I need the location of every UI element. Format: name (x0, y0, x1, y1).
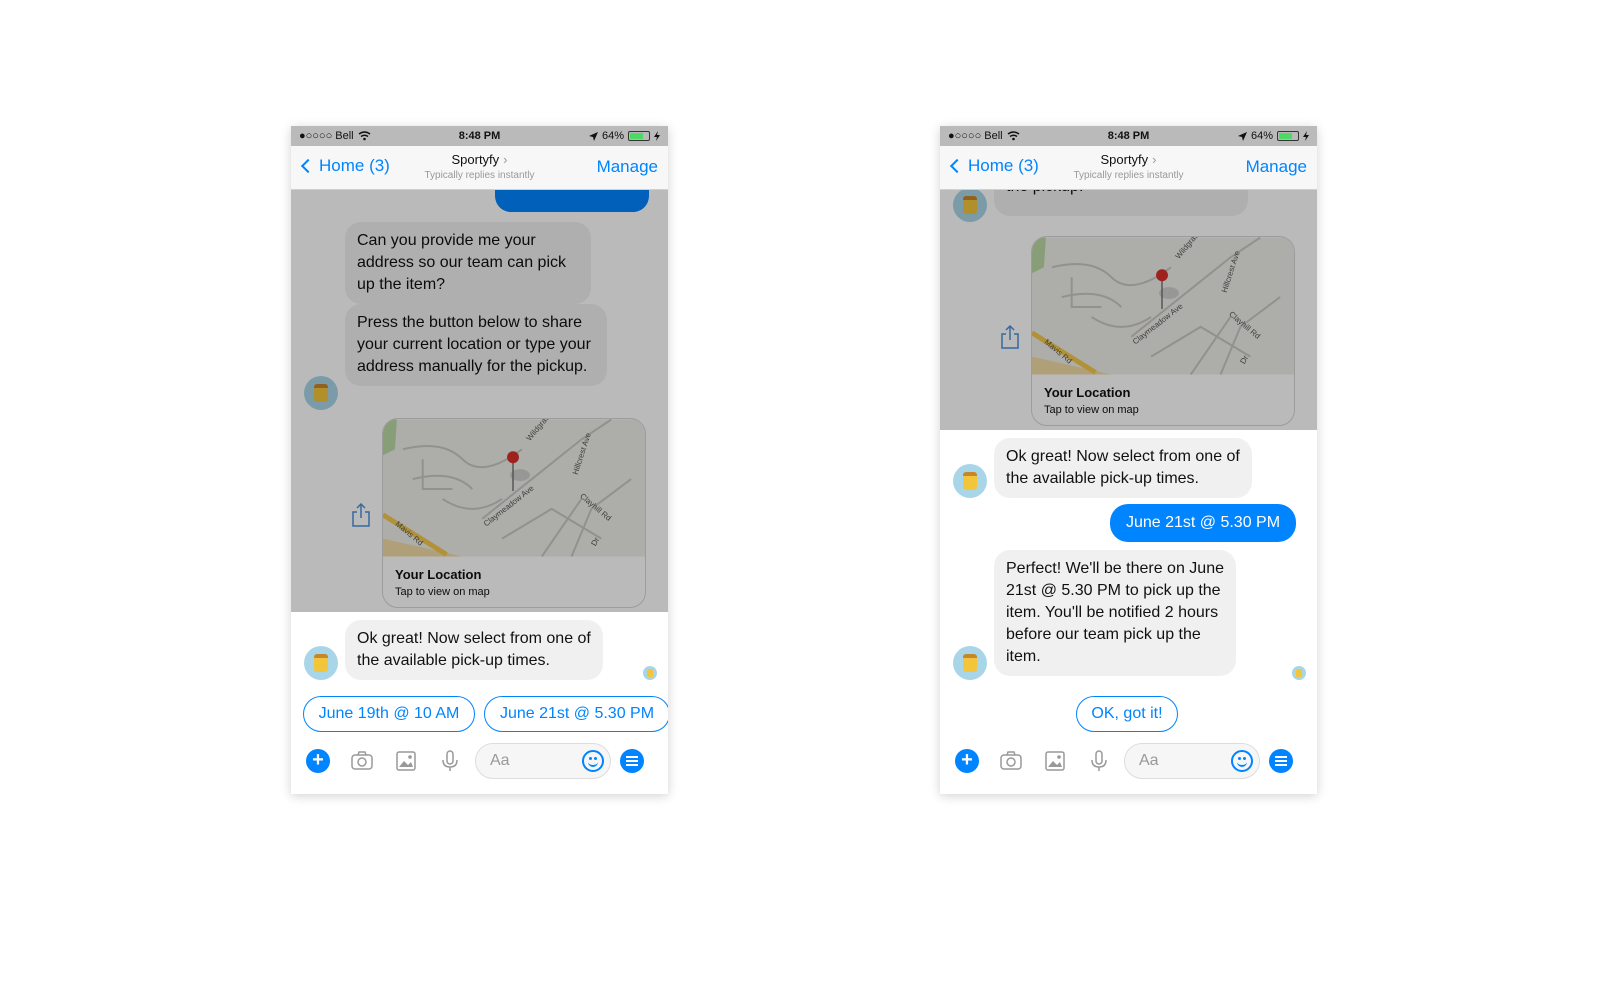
chevron-right-icon: › (503, 152, 508, 167)
carrier-label: ●○○○○ Bell (299, 130, 354, 142)
message-input[interactable]: Aa (1124, 743, 1260, 779)
avatar (953, 646, 987, 680)
camera-icon[interactable] (350, 749, 374, 773)
plus-icon[interactable]: + (306, 749, 330, 773)
phone-screen-right: ●○○○○ Bell 8:48 PM 64% Home (3) Sportyfy… (940, 126, 1317, 794)
message-bubble-confirmation: Perfect! We'll be there on June 21st @ 5… (994, 550, 1236, 676)
microphone-icon[interactable] (438, 749, 462, 773)
camera-icon[interactable] (999, 749, 1023, 773)
title-text: Sportyfy (451, 152, 500, 167)
navigation-bar: Home (3) Sportyfy › Typically replies ins… (940, 146, 1317, 190)
menu-icon[interactable] (620, 749, 644, 773)
image-icon[interactable] (1043, 749, 1067, 773)
quick-reply-june-19[interactable]: June 19th @ 10 AM (303, 696, 475, 732)
quick-reply-ok[interactable]: OK, got it! (1076, 696, 1178, 732)
emoji-icon[interactable] (582, 750, 604, 772)
user-message-bubble: June 21st @ 5.30 PM (1110, 504, 1296, 542)
quick-reply-june-21[interactable]: June 21st @ 5.30 PM (484, 696, 668, 732)
avatar (953, 464, 987, 498)
menu-icon[interactable] (1269, 749, 1293, 773)
title-text: Sportyfy (1100, 152, 1149, 167)
manage-button[interactable]: Manage (1246, 157, 1307, 177)
location-arrow-icon (1237, 131, 1247, 141)
input-placeholder: Aa (1139, 752, 1159, 769)
message-bubble-select-time: Ok great! Now select from one of the ava… (345, 620, 603, 680)
wifi-icon (358, 131, 371, 141)
avatar (304, 646, 338, 680)
microphone-icon[interactable] (1087, 749, 1111, 773)
battery-icon (1277, 131, 1299, 141)
navigation-bar: Home (3) Sportyfy › Typically replies ins… (291, 146, 668, 190)
manage-button[interactable]: Manage (597, 157, 658, 177)
chevron-right-icon: › (1152, 152, 1157, 167)
location-arrow-icon (588, 131, 598, 141)
plus-icon[interactable]: + (955, 749, 979, 773)
image-icon[interactable] (394, 749, 418, 773)
charging-icon (654, 131, 660, 141)
carrier-label: ●○○○○ Bell (948, 130, 1003, 142)
status-bar: ●○○○○ Bell 8:48 PM 64% (291, 126, 668, 146)
seen-indicator (1292, 666, 1306, 680)
composer-bar: + Aa (940, 736, 1317, 786)
wifi-icon (1007, 131, 1020, 141)
battery-percent: 64% (1250, 130, 1273, 142)
battery-percent: 64% (601, 130, 624, 142)
charging-icon (1303, 131, 1309, 141)
dim-overlay (291, 126, 668, 612)
status-bar: ●○○○○ Bell 8:48 PM 64% (940, 126, 1317, 146)
phone-screen-left: ●○○○○ Bell 8:48 PM 64% Home (3) Sportyfy… (291, 126, 668, 794)
seen-indicator (643, 666, 657, 680)
message-bubble-select-time: Ok great! Now select from one of the ava… (994, 438, 1252, 498)
input-placeholder: Aa (490, 752, 510, 769)
message-input[interactable]: Aa (475, 743, 611, 779)
emoji-icon[interactable] (1231, 750, 1253, 772)
battery-icon (628, 131, 650, 141)
composer-bar: + Aa (291, 736, 668, 786)
